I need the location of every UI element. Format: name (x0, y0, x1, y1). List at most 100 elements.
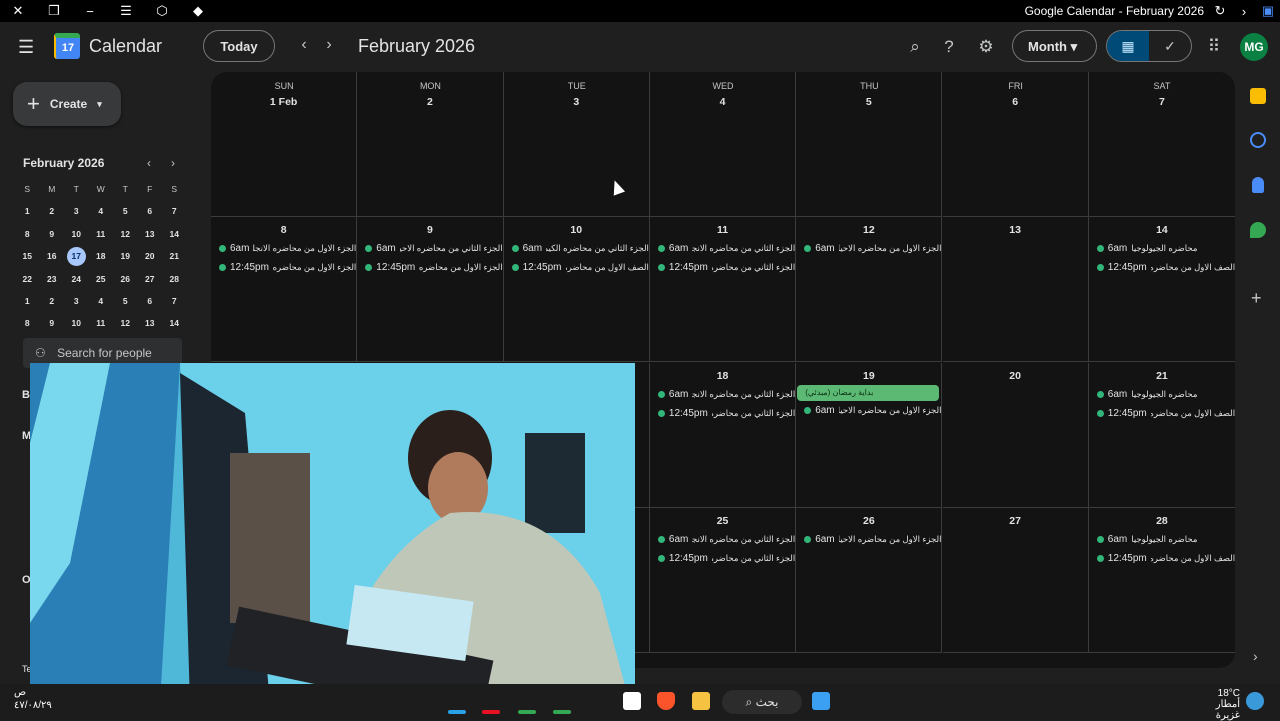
calendar-event[interactable]: 6am الجزء الثاني من محاضره الانجليز (650, 530, 795, 549)
close-icon[interactable]: ✕ (0, 0, 36, 22)
calendar-event[interactable]: 12:45pm الصف الاول من محاضره (1089, 404, 1235, 423)
mini-day[interactable]: 12 (113, 223, 138, 245)
day-number[interactable]: 28 (1089, 508, 1235, 527)
calendar-event[interactable]: 6am الجزء الاول من محاضره الاحياء (796, 530, 941, 549)
calendar-event[interactable]: 6am الجزء الاول من محاضره الاحياء (796, 239, 941, 258)
day-cell[interactable]: SUN 1 Feb (211, 72, 358, 217)
mini-day[interactable]: 13 (138, 223, 163, 245)
app-icon[interactable] (482, 710, 500, 714)
mini-day[interactable]: 8 (15, 223, 40, 245)
mini-day[interactable]: 3 (64, 290, 89, 312)
chevron-right-icon[interactable]: › (319, 36, 339, 54)
mini-day[interactable]: 4 (89, 290, 114, 312)
mini-day[interactable]: 4 (89, 200, 114, 222)
mini-day[interactable]: 6 (138, 290, 163, 312)
mini-day[interactable]: 26 (113, 268, 138, 290)
keep-icon[interactable] (1250, 88, 1266, 104)
mini-day[interactable]: 11 (89, 223, 114, 245)
mini-day[interactable]: 22 (15, 268, 40, 290)
day-cell[interactable]: MON 2 (357, 72, 504, 217)
extensions-icon[interactable]: ⬡ (144, 0, 180, 22)
calendar-event[interactable]: 12:45pm الصف الاول من محاضره (1089, 258, 1235, 277)
view-selector[interactable]: Month ▾ (1012, 30, 1097, 62)
forward-icon[interactable]: › (1232, 0, 1256, 22)
mini-next-icon[interactable]: › (171, 156, 175, 170)
calendar-view-icon[interactable]: ▦ (1107, 31, 1149, 61)
day-cell[interactable]: 11 6am الجزء الثاني من محاضره الانجليز 12:4… (649, 217, 797, 363)
day-number[interactable]: 18 (650, 363, 795, 382)
calendar-event[interactable]: 12:45pm الجزء الاول من محاضره ا (211, 258, 356, 277)
mini-day[interactable]: 28 (162, 268, 187, 290)
day-cell[interactable]: 10 6am الجزء الثاني من محاضره الكيميا 12:45… (503, 217, 650, 363)
calendar-event[interactable]: 6am محاضره الجيولوجيا (1089, 239, 1235, 258)
day-number[interactable]: 19 (796, 363, 941, 382)
day-cell[interactable]: 20 (942, 362, 1089, 508)
create-button[interactable]: + Create ▾ (13, 82, 121, 126)
mini-day[interactable]: 1 (15, 290, 40, 312)
mini-prev-icon[interactable]: ‹ (147, 156, 151, 170)
mini-day[interactable]: 13 (138, 312, 163, 334)
day-cell[interactable]: FRI 6 (942, 72, 1089, 217)
day-number[interactable]: 12 (796, 217, 941, 236)
day-number[interactable]: 11 (650, 217, 795, 236)
calendar-event[interactable]: 12:45pm الجزء الثاني من محاضره ا (650, 404, 795, 423)
help-icon[interactable]: ? (938, 36, 960, 58)
day-number[interactable]: 13 (943, 217, 1088, 236)
mini-day[interactable]: 1 (15, 200, 40, 222)
day-cell[interactable]: THU 5 (796, 72, 943, 217)
day-cell[interactable]: SAT 7 (1088, 72, 1235, 217)
app-icon[interactable] (553, 710, 571, 714)
mini-day[interactable]: 3 (64, 200, 89, 222)
calendar-event[interactable]: 6am الجزء الثاني من محاضره الانجليز (650, 385, 795, 404)
mini-day[interactable]: 27 (138, 268, 163, 290)
mini-day[interactable]: 5 (113, 290, 138, 312)
calendar-event[interactable]: 12:45pm الجزء الثاني من محاضره ا (650, 549, 795, 568)
calendar-event[interactable]: 6am الجزء الثاني من محاضره الانجليز (650, 239, 795, 258)
day-number[interactable]: 21 (1089, 363, 1235, 382)
mini-day[interactable]: 5 (113, 200, 138, 222)
windows-start-icon[interactable] (812, 692, 830, 710)
day-number[interactable]: 8 (211, 217, 356, 236)
tasks-view-icon[interactable]: ✓ (1149, 31, 1191, 61)
app-icon[interactable] (518, 710, 536, 714)
diamond-icon[interactable]: ◆ (180, 0, 216, 22)
day-number[interactable]: 9 (357, 217, 502, 236)
mini-day[interactable]: 23 (40, 268, 65, 290)
day-cell[interactable]: 28 6am محاضره الجيولوجيا 12:45pm الصف الاول … (1088, 508, 1235, 653)
mini-day[interactable]: 2 (40, 200, 65, 222)
mini-day[interactable]: 8 (15, 312, 40, 334)
gear-icon[interactable]: ⚙ (975, 36, 997, 58)
mini-day[interactable]: 7 (162, 200, 187, 222)
day-cell[interactable]: WED 4 (649, 72, 797, 217)
mini-day[interactable]: 20 (138, 245, 163, 267)
day-cell[interactable]: 18 6am الجزء الثاني من محاضره الانجليز 12:4… (649, 362, 797, 508)
maps-icon[interactable] (1250, 222, 1266, 238)
menu-icon[interactable]: ☰ (108, 0, 144, 22)
avatar[interactable]: MG (1240, 33, 1268, 61)
mini-day[interactable]: 21 (162, 245, 187, 267)
all-day-event[interactable]: بداية رمضان (مبدئي) (797, 384, 940, 401)
app-icon[interactable]: ▣ (1256, 0, 1280, 22)
main-menu-icon[interactable]: ☰ (18, 36, 40, 58)
day-cell[interactable]: TUE 3 (503, 72, 650, 217)
mini-day[interactable]: 15 (15, 245, 40, 267)
reload-icon[interactable]: ↻ (1208, 0, 1232, 22)
today-button[interactable]: Today (203, 30, 275, 62)
day-cell[interactable]: 19 بداية رمضان (مبدئي) 6am الجزء الاول من م… (796, 362, 943, 508)
calendar-event[interactable]: 6amالجزء الاول من محاضره الانجليزي (211, 239, 356, 258)
mini-day[interactable]: 25 (89, 268, 114, 290)
mini-day[interactable]: 12 (113, 312, 138, 334)
mini-day[interactable]: 14 (162, 223, 187, 245)
calendar-event[interactable]: 12:45pm الجزء الاول من محاضره ا (357, 258, 503, 277)
mini-day[interactable]: 9 (40, 223, 65, 245)
mini-day[interactable]: 17 (64, 245, 89, 267)
day-cell[interactable]: 9 6am الجزء الثاني من محاضره الاحياء 12:45p… (357, 217, 504, 363)
app-icon[interactable] (448, 710, 466, 714)
mini-day[interactable]: 7 (162, 290, 187, 312)
mini-day[interactable]: 24 (64, 268, 89, 290)
mini-day[interactable]: 10 (64, 223, 89, 245)
add-addon-icon[interactable]: + (1251, 288, 1262, 309)
day-cell[interactable]: 14 6am محاضره الجيولوجيا 12:45pm الصف الاول … (1088, 217, 1235, 363)
calendar-event[interactable]: 12:45pm الصف الاول من محاضره (504, 258, 649, 277)
calendar-event[interactable]: 12:45pm الجزء الثاني من محاضره ا (650, 258, 795, 277)
